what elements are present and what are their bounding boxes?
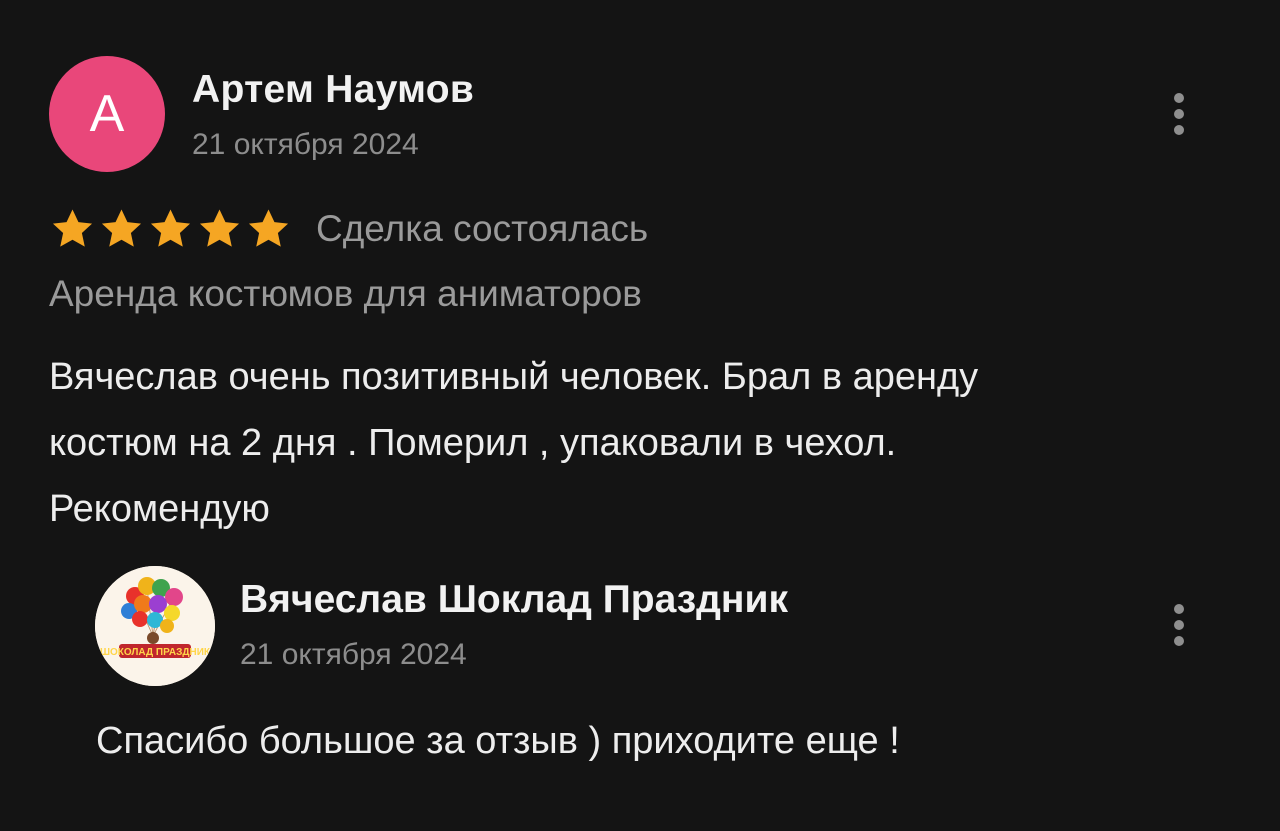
more-vertical-icon[interactable] [1169, 604, 1189, 646]
rating-stars [48, 206, 293, 252]
star-icon [150, 209, 191, 247]
review-date: 21 октября 2024 [192, 128, 419, 161]
deal-status: Сделка состоялась [316, 208, 649, 249]
review-text-line: костюм на 2 дня . Померил , упаковали в … [49, 422, 897, 464]
seller-name[interactable]: Вячеслав Шоклад Праздник [240, 578, 788, 622]
review-text-line: Вячеслав очень позитивный человек. Брал … [49, 356, 979, 398]
more-vertical-icon[interactable] [1169, 93, 1189, 135]
balloons-logo-icon: ШОКОЛАД ПРАЗДНИК [95, 566, 215, 686]
review-text: Вячеслав очень позитивный человек. Брал … [49, 344, 1199, 542]
seller-logo[interactable]: ШОКОЛАД ПРАЗДНИК [95, 566, 215, 686]
author-name[interactable]: Артем Наумов [192, 68, 474, 112]
review-text-line: Рекомендую [49, 488, 270, 530]
star-icon [101, 209, 142, 247]
review-card: А Артем Наумов 21 октября 2024 Сделка со… [0, 0, 1280, 540]
review-category: Аренда костюмов для аниматоров [49, 273, 642, 314]
reply-date: 21 октября 2024 [240, 638, 467, 671]
reply-text: Спасибо большое за отзыв ) приходите еще… [96, 720, 900, 762]
star-icon [248, 209, 289, 247]
star-icon [199, 209, 240, 247]
seller-logo-text: ШОКОЛАД ПРАЗДНИК [100, 647, 211, 658]
avatar-letter: А [89, 85, 125, 143]
author-avatar[interactable]: А [49, 56, 165, 172]
star-icon [52, 209, 93, 247]
